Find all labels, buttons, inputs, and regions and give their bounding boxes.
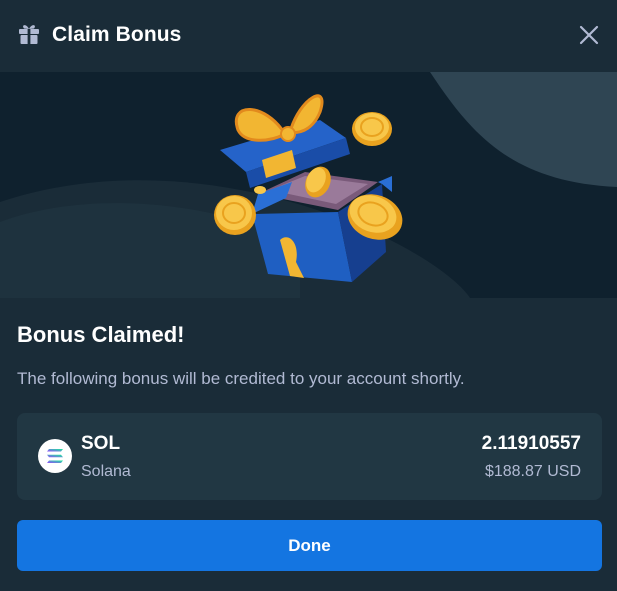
done-button[interactable]: Done [17, 520, 602, 571]
bonus-claimed-heading: Bonus Claimed! [17, 322, 185, 347]
coin-icon [254, 186, 266, 194]
modal-header: Claim Bonus [0, 0, 617, 72]
modal-title: Claim Bonus [52, 23, 182, 46]
bonus-fiat-value: $188.87 USD [484, 463, 581, 480]
currency-symbol: SOL [81, 433, 121, 454]
bonus-summary-card: SOL Solana 2.11910557 $188.87 USD [17, 413, 602, 500]
coin-icon [352, 112, 392, 146]
coin-icon [214, 195, 256, 235]
gift-box-illustration [0, 72, 617, 298]
currency-name: Solana [81, 463, 131, 480]
bonus-amount: 2.11910557 [481, 433, 581, 454]
claim-bonus-modal: Claim Bonus Bonus Claimed! The following… [0, 0, 617, 591]
done-button-label: Done [288, 535, 331, 555]
gift-icon [17, 22, 41, 46]
solana-icon [38, 439, 72, 473]
close-icon[interactable] [576, 22, 602, 48]
bonus-claimed-description: The following bonus will be credited to … [17, 369, 465, 388]
bonus-banner [0, 72, 617, 298]
